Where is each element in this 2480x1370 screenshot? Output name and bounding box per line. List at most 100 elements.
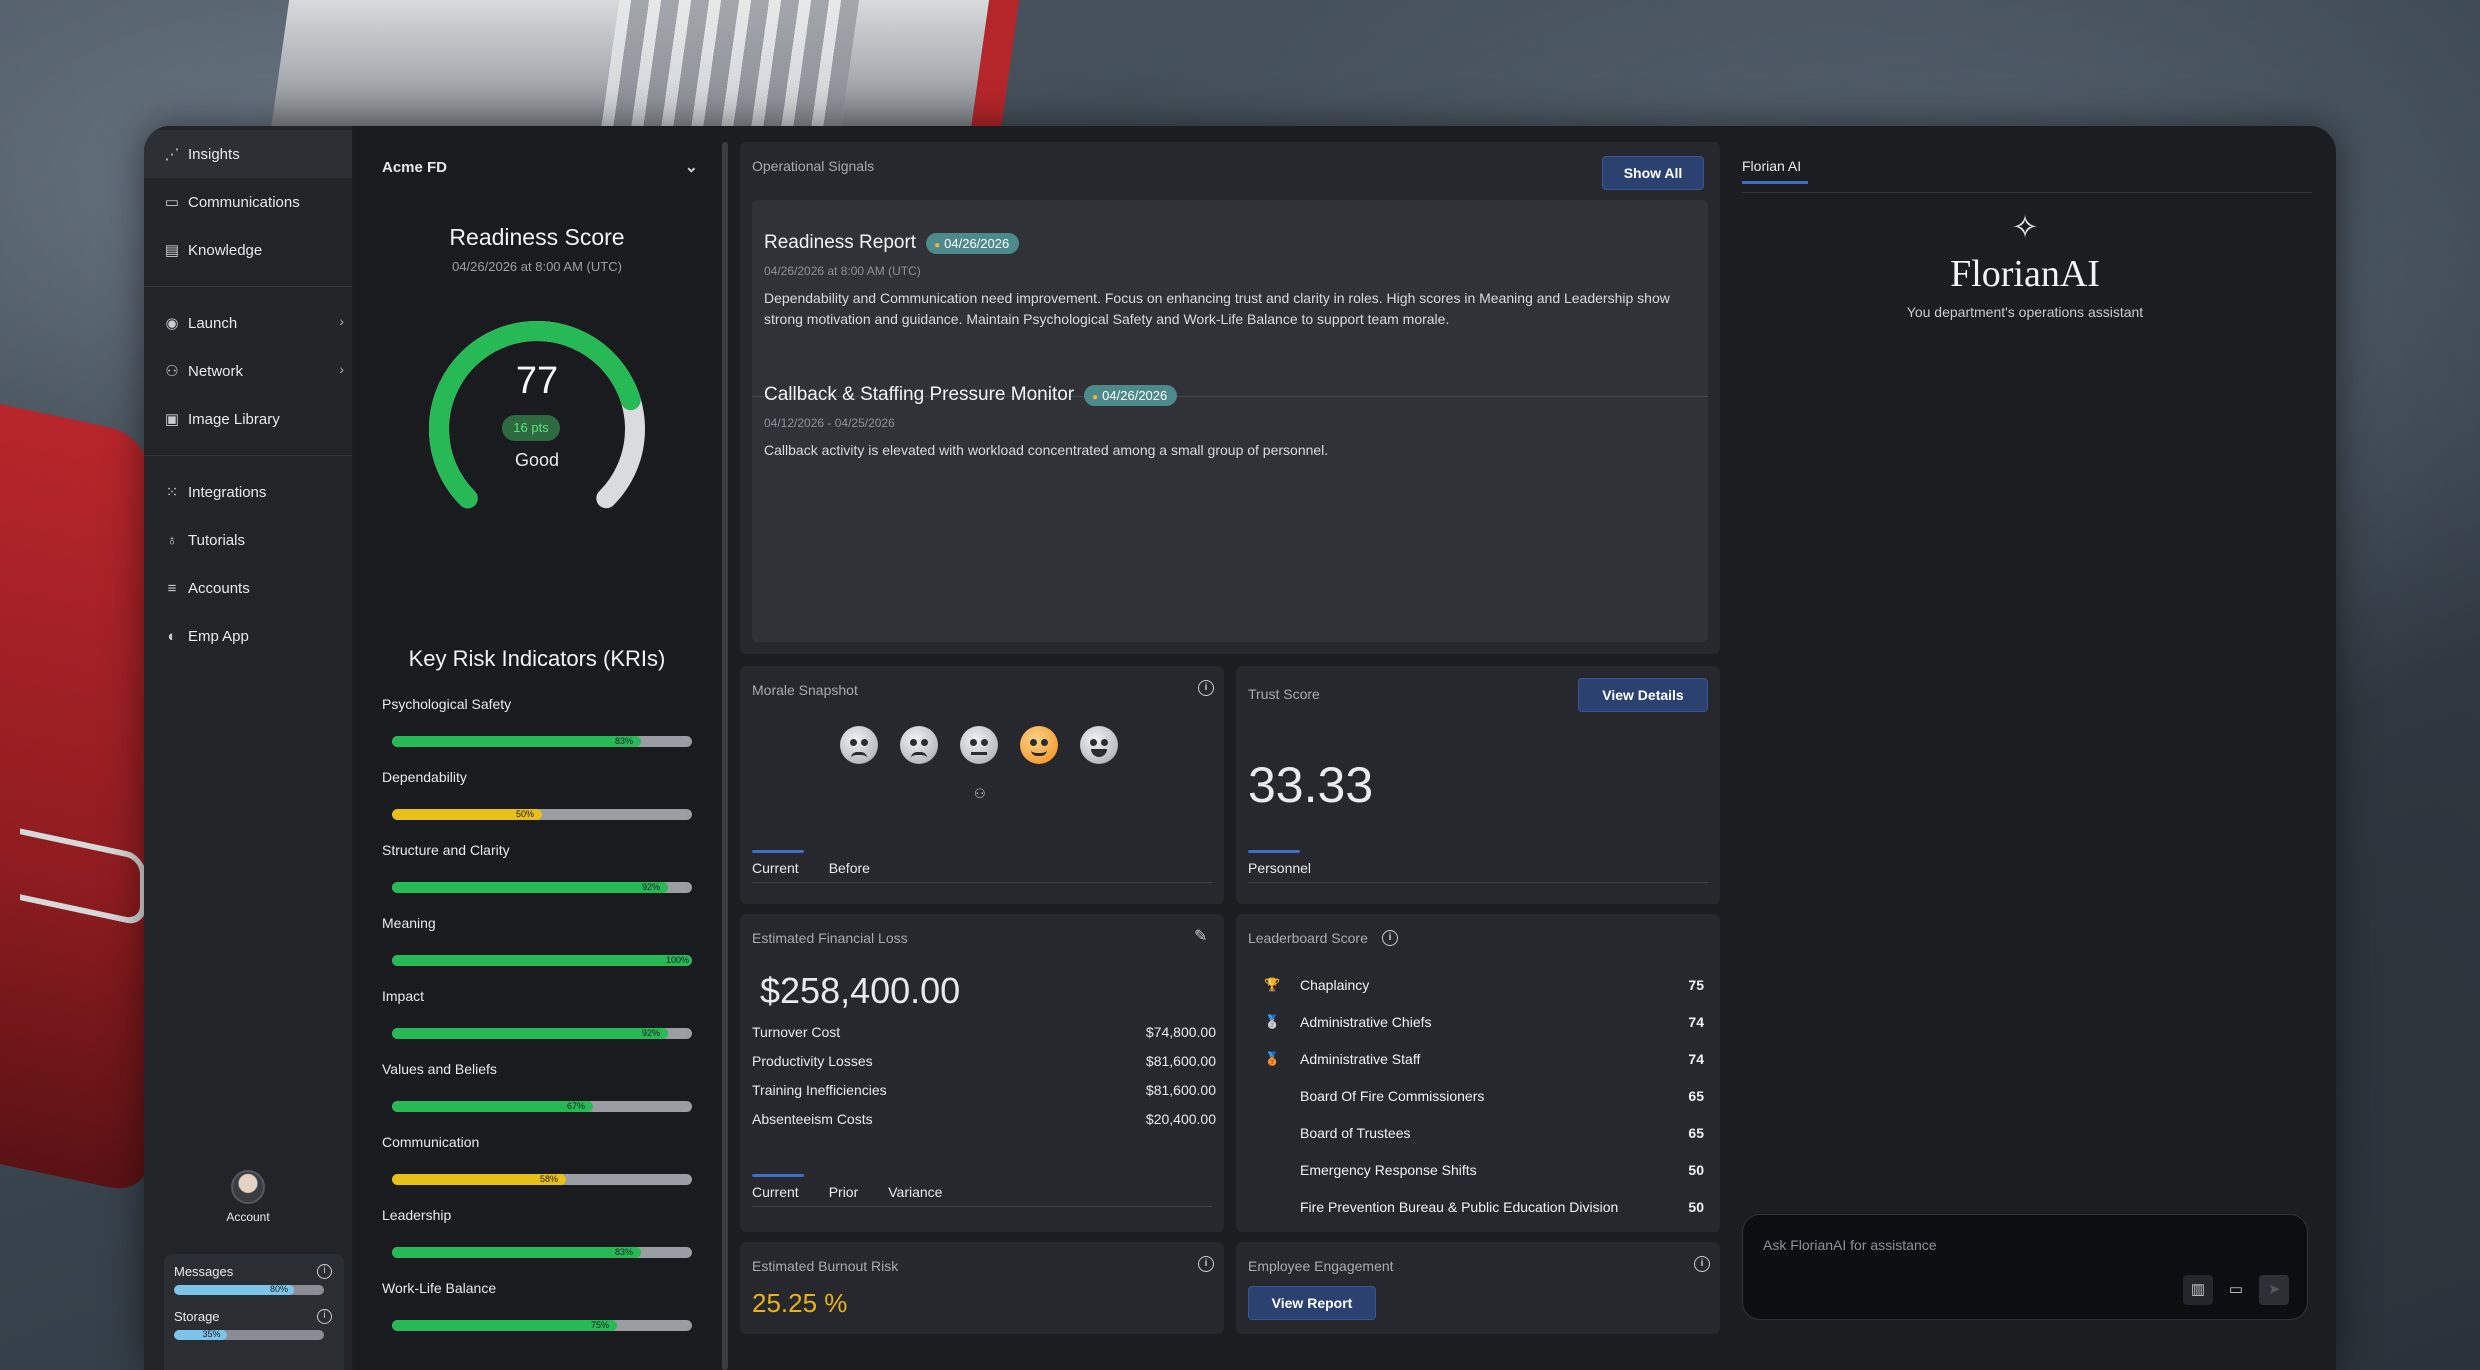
sidebar-item-image-library[interactable]: ▣ Image Library xyxy=(144,395,352,443)
leaderboard-row[interactable]: 🥉 Administrative Staff 74 xyxy=(1264,1040,1704,1077)
kri-percent: 58% xyxy=(540,1174,559,1184)
background-truck-side xyxy=(0,404,150,1196)
sidebar-item-network[interactable]: ⚇ Network › xyxy=(144,347,352,395)
tab-florian-ai[interactable]: Florian AI xyxy=(1742,158,1809,184)
sidebar-item-tutorials[interactable]: ♁ Tutorials xyxy=(144,516,352,564)
kri-bar: 100% xyxy=(392,955,692,966)
tab-prior[interactable]: Prior xyxy=(829,1174,859,1206)
signal-item[interactable]: Callback & Staffing Pressure Monitor ● 04… xyxy=(764,384,1694,461)
info-icon[interactable]: i xyxy=(317,1264,332,1279)
happy-face-icon[interactable] xyxy=(1020,726,1058,764)
tab-variance[interactable]: Variance xyxy=(888,1174,942,1206)
kri-item: Dependability 50% xyxy=(370,769,704,842)
loss-value: $81,600.00 xyxy=(1145,1053,1216,1069)
usage-box: Messages i 80% Storage i 35% xyxy=(164,1254,344,1370)
send-icon[interactable]: ➤ xyxy=(2259,1275,2289,1305)
leaderboard-row[interactable]: Fire Prevention Bureau & Public Educatio… xyxy=(1264,1188,1704,1225)
financial-loss-row: Training Inefficiencies $81,600.00 xyxy=(752,1082,1216,1111)
leaderboard-name: Fire Prevention Bureau & Public Educatio… xyxy=(1300,1198,1619,1215)
info-icon[interactable]: i xyxy=(1694,1256,1710,1272)
sad-face-icon[interactable] xyxy=(900,726,938,764)
info-icon[interactable]: i xyxy=(1198,680,1214,696)
leaderboard-name: Board Of Fire Commissioners xyxy=(1300,1087,1485,1104)
kri-percent: 83% xyxy=(615,736,634,746)
leaderboard-name: Board of Trustees xyxy=(1300,1124,1411,1141)
panel-title: Employee Engagement xyxy=(1248,1258,1394,1274)
view-details-button[interactable]: View Details xyxy=(1578,678,1708,712)
info-icon[interactable]: i xyxy=(1198,1256,1214,1272)
leaderboard-row[interactable]: 🥈 Administrative Chiefs 74 xyxy=(1264,1003,1704,1040)
burnout-risk-value: 25.25 % xyxy=(752,1288,848,1318)
angry-face-icon[interactable] xyxy=(840,726,878,764)
kri-bar: 92% xyxy=(392,1028,692,1039)
leaderboard-row[interactable]: Board Of Fire Commissioners 65 xyxy=(1264,1077,1704,1114)
tab-current[interactable]: Current xyxy=(752,850,804,882)
silver-medal-icon: 🥈 xyxy=(1264,1013,1281,1029)
kri-percent: 50% xyxy=(516,809,535,819)
image-icon: ▣ xyxy=(164,411,180,428)
kri-name: Communication xyxy=(382,1134,480,1150)
star-icon: ● xyxy=(934,239,941,251)
leaderboard-row[interactable]: 🏆 Chaplaincy 75 xyxy=(1264,966,1704,1003)
main-content: Operational Signals Show All Readiness R… xyxy=(740,142,1720,1370)
leaderboard-score: 65 xyxy=(1688,1087,1704,1104)
tab-before[interactable]: Before xyxy=(829,850,870,882)
financial-loss-row: Absenteeism Costs $20,400.00 xyxy=(752,1111,1216,1140)
sidebar-item-label: Launch xyxy=(188,314,238,332)
sidebar-item-knowledge[interactable]: ▤ Knowledge xyxy=(144,226,352,274)
sidebar-item-emp-app[interactable]: ◐ Emp App xyxy=(144,612,352,660)
list-icon: ≡ xyxy=(167,579,177,597)
kri-item: Work-Life Balance 75% xyxy=(370,1280,704,1353)
leaderboard-row[interactable]: Emergency Response Shifts 50 xyxy=(1264,1151,1704,1188)
avatar[interactable] xyxy=(231,1170,265,1204)
signal-date: 04/12/2026 - 04/25/2026 xyxy=(764,416,895,430)
signal-tag-text: 04/26/2026 xyxy=(944,235,1010,251)
sidebar-item-label: Image Library xyxy=(188,410,280,428)
divider xyxy=(144,455,352,456)
kri-bar-fill xyxy=(392,1247,641,1258)
comment-icon[interactable]: ▭ xyxy=(2221,1275,2251,1305)
ai-chat-input[interactable]: Ask FlorianAI for assistance ▥ ▭ ➤ xyxy=(1742,1214,2308,1320)
kri-bar: 92% xyxy=(392,882,692,893)
grid-icon: ⁙ xyxy=(165,484,179,501)
ai-brand: FlorianAI xyxy=(1950,253,2100,295)
trust-score-value: 33.33 xyxy=(1248,757,1374,813)
panel-resize-handle[interactable] xyxy=(722,142,728,1370)
kri-item: Communication 58% xyxy=(370,1134,704,1207)
morale-snapshot-panel: Morale Snapshot i ⚇ Current Before xyxy=(740,666,1224,904)
tab-current[interactable]: Current xyxy=(752,1174,804,1206)
loss-label: Turnover Cost xyxy=(752,1024,841,1040)
trophy-icon: 🏆 xyxy=(1264,976,1281,992)
chart-icon[interactable]: ▥ xyxy=(2183,1275,2213,1305)
neutral-face-icon[interactable] xyxy=(960,726,998,764)
sidebar-item-integrations[interactable]: ⁙ Integrations xyxy=(144,468,352,516)
info-icon[interactable]: i xyxy=(1382,930,1398,946)
sidebar-item-insights[interactable]: ⋰ Insights xyxy=(144,130,352,178)
usage-percent: 35% xyxy=(202,1330,221,1339)
account-section[interactable]: Account xyxy=(144,1170,352,1224)
kri-bar: 50% xyxy=(392,809,692,820)
usage-label: Messages xyxy=(174,1264,234,1279)
leaderboard-row[interactable]: Board of Trustees 65 xyxy=(1264,1114,1704,1151)
edit-icon[interactable]: ✎ xyxy=(1194,926,1207,946)
sidebar-item-accounts[interactable]: ≡ Accounts xyxy=(144,564,352,612)
tab-personnel[interactable]: Personnel xyxy=(1248,850,1311,882)
book-icon: ▤ xyxy=(164,242,180,259)
leaderboard-score: 50 xyxy=(1688,1198,1704,1215)
info-icon[interactable]: i xyxy=(317,1309,332,1324)
kri-name: Structure and Clarity xyxy=(382,842,510,858)
sidebar-item-communications[interactable]: ▭ Communications xyxy=(144,178,352,226)
kri-bar: 83% xyxy=(392,1247,692,1258)
show-all-button[interactable]: Show All xyxy=(1602,156,1704,190)
signal-item[interactable]: Readiness Report ● 04/26/2026 04/26/2026 … xyxy=(764,232,1694,330)
signal-tag-text: 04/26/2026 xyxy=(1102,387,1168,403)
view-report-button[interactable]: View Report xyxy=(1248,1286,1376,1320)
sidebar-item-label: Integrations xyxy=(188,483,267,501)
org-select[interactable]: Acme FD ⌄ xyxy=(370,126,704,208)
usage-messages: Messages i 80% xyxy=(174,1264,334,1295)
sidebar-item-launch[interactable]: ◉ Launch › xyxy=(144,299,352,347)
chevron-down-icon: ⌄ xyxy=(684,159,698,176)
very-happy-face-icon[interactable] xyxy=(1080,726,1118,764)
financial-loss-rows: Turnover Cost $74,800.00 Productivity Loss… xyxy=(752,1024,1216,1140)
kri-name: Psychological Safety xyxy=(382,696,512,712)
